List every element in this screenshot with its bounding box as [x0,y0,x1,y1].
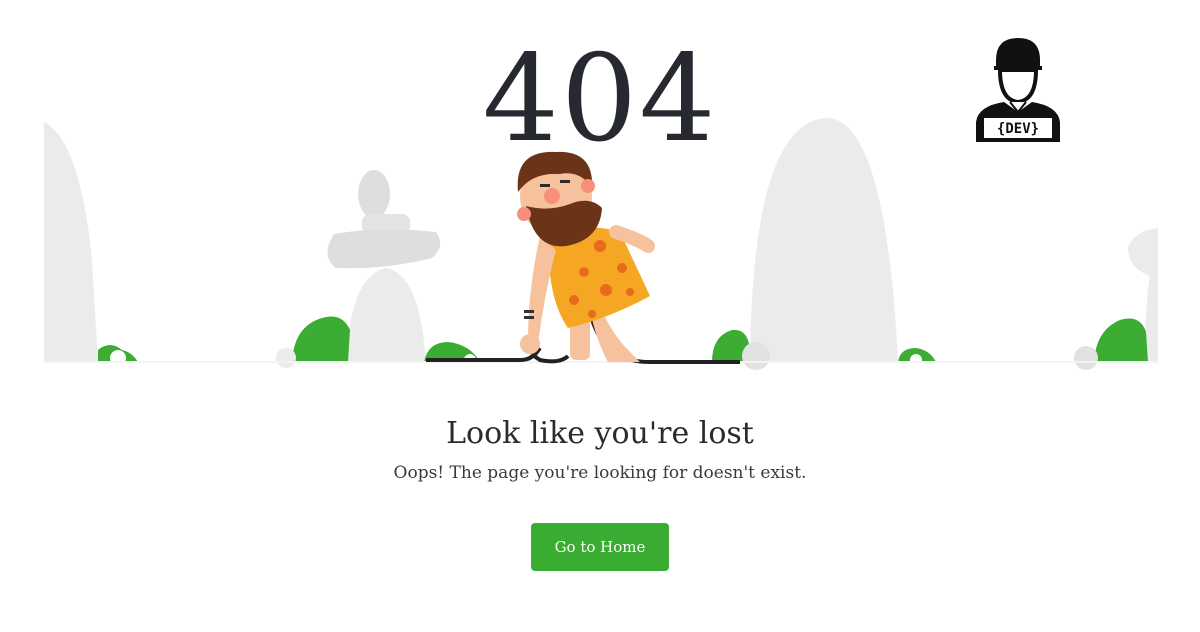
bush-middle-left [292,316,350,362]
developer-avatar-icon: {DEV} [976,38,1060,142]
bush-far-right [1094,318,1148,362]
rock-right [750,118,898,362]
error-heading: Look like you're lost [446,416,754,451]
caveman [517,151,655,362]
error-message: Oops! The page you're looking for doesn'… [393,463,807,483]
stone-middle [327,229,441,269]
go-home-button[interactable]: Go to Home [530,523,670,571]
dev-logo[interactable]: {DEV} [968,32,1068,142]
rock-middle [346,268,426,362]
logo-text: {DEV} [997,121,1039,137]
rock-left [44,122,98,362]
error-content: Look like you're lost Oops! The page you… [0,400,1200,571]
stone-top [358,170,390,218]
